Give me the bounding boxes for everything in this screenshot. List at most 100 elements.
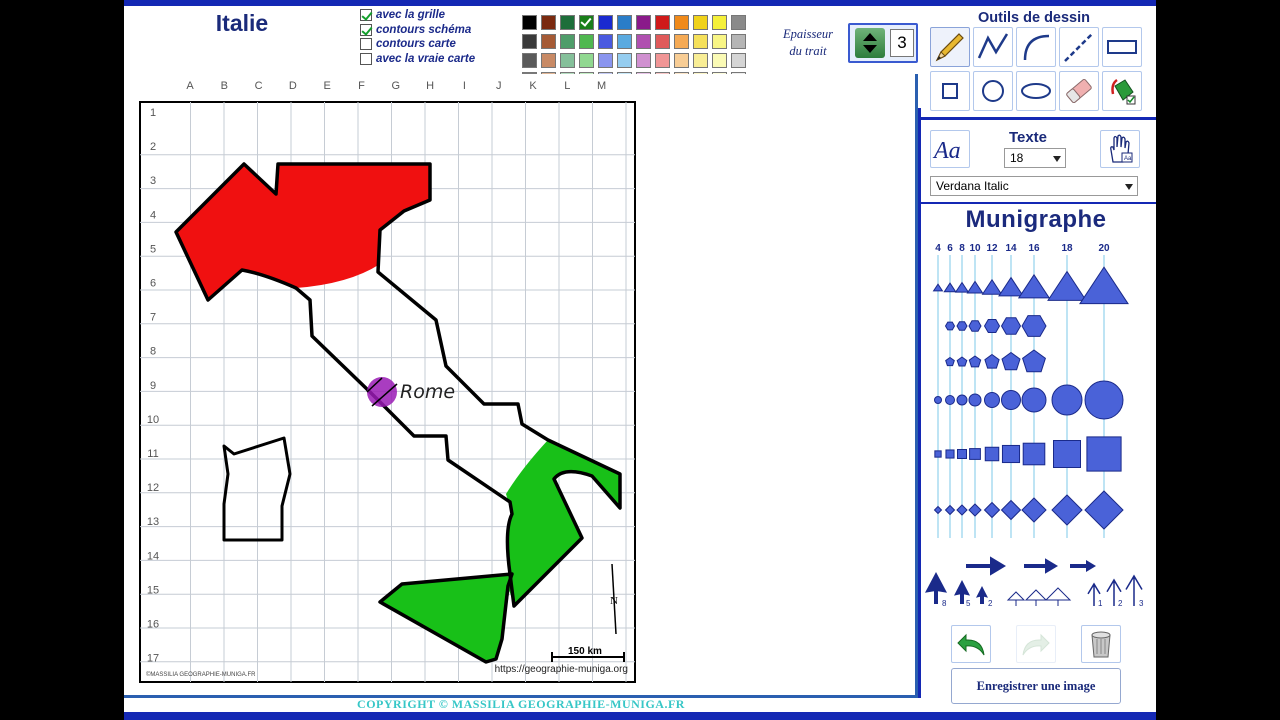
save-image-button[interactable]: Enregistrer une image <box>951 668 1121 704</box>
checkbox[interactable] <box>360 9 372 22</box>
pentagon-symbol[interactable] <box>1022 349 1046 373</box>
circle-tool-button[interactable] <box>973 71 1013 111</box>
triangle-symbol[interactable] <box>1079 266 1129 305</box>
triangle-symbol[interactable] <box>998 276 1024 297</box>
color-swatch[interactable] <box>693 53 708 68</box>
color-swatch[interactable] <box>579 34 594 49</box>
city-label-rome[interactable]: Rome <box>400 381 455 403</box>
up-arrow-filled-small-icon[interactable] <box>976 586 988 604</box>
circle-symbol[interactable] <box>1051 384 1083 416</box>
diamond-symbol[interactable] <box>1084 490 1124 530</box>
square-symbol[interactable] <box>1001 444 1021 464</box>
diamond-symbol[interactable] <box>956 504 968 516</box>
pentagon-symbol[interactable] <box>984 353 1000 369</box>
hexagon-symbol[interactable] <box>968 320 982 332</box>
pentagon-symbol[interactable] <box>1001 351 1021 371</box>
stroke-width-stepper[interactable] <box>855 28 885 58</box>
color-swatch[interactable] <box>693 34 708 49</box>
color-swatch[interactable] <box>731 15 746 30</box>
circle-symbol[interactable] <box>1084 380 1124 420</box>
color-swatch[interactable] <box>674 53 689 68</box>
color-swatch[interactable] <box>579 53 594 68</box>
increase-arrow-icon[interactable] <box>863 33 877 41</box>
right-arrow-large-icon[interactable] <box>966 556 1006 576</box>
rectangle-tool-button[interactable] <box>1102 27 1142 67</box>
color-swatch[interactable] <box>712 53 727 68</box>
square-symbol[interactable] <box>984 446 1000 462</box>
diamond-symbol[interactable] <box>968 503 982 517</box>
circle-symbol[interactable] <box>956 394 968 406</box>
color-swatch[interactable] <box>693 15 708 30</box>
diamond-symbol[interactable] <box>983 501 1001 519</box>
redo-button[interactable] <box>1016 625 1056 663</box>
color-swatch[interactable] <box>636 34 651 49</box>
square-symbol[interactable] <box>1086 436 1122 472</box>
map-drawing[interactable]: A B C D E F G H I J K L M1234567891011121314151617Ro… <box>124 74 916 696</box>
color-swatch[interactable] <box>712 15 727 30</box>
circle-symbol[interactable] <box>1001 390 1021 410</box>
color-swatch[interactable] <box>655 15 670 30</box>
color-swatch[interactable] <box>617 53 632 68</box>
option-0[interactable]: avec la grille <box>360 8 500 23</box>
color-swatch[interactable] <box>579 15 594 30</box>
square-symbol[interactable] <box>1022 442 1046 466</box>
triangle-symbol[interactable] <box>932 283 944 292</box>
decrease-arrow-icon[interactable] <box>863 45 877 53</box>
color-swatch[interactable] <box>598 53 613 68</box>
circle-symbol[interactable] <box>945 395 955 405</box>
square-symbol[interactable] <box>957 449 967 459</box>
pentagon-symbol[interactable] <box>968 355 982 368</box>
square-symbol[interactable] <box>945 449 955 459</box>
hexagon-symbol[interactable] <box>983 319 1001 333</box>
square-symbol[interactable] <box>1053 440 1081 468</box>
font-size-select[interactable]: 18 <box>1004 148 1066 168</box>
color-swatch[interactable] <box>655 34 670 49</box>
color-swatch[interactable] <box>522 34 537 49</box>
color-swatch[interactable] <box>731 53 746 68</box>
diamond-symbol[interactable] <box>1051 494 1083 526</box>
diamond-symbol[interactable] <box>944 504 956 516</box>
eraser-tool-button[interactable] <box>1059 71 1099 111</box>
color-swatch[interactable] <box>541 53 556 68</box>
up-arrow-outline-large-icon[interactable] <box>1044 587 1072 601</box>
circle-symbol[interactable] <box>984 392 1000 408</box>
up-arrow-outline-medium-icon[interactable] <box>1024 589 1048 601</box>
color-swatch[interactable] <box>674 34 689 49</box>
square-symbol[interactable] <box>934 450 942 458</box>
triangle-symbol[interactable] <box>1017 273 1051 299</box>
diamond-symbol[interactable] <box>933 505 943 515</box>
square-symbol[interactable] <box>969 448 981 460</box>
circle-symbol[interactable] <box>968 393 982 407</box>
color-swatch[interactable] <box>617 34 632 49</box>
triangle-symbol[interactable] <box>943 282 957 293</box>
triangle-symbol[interactable] <box>981 278 1003 295</box>
color-swatch[interactable] <box>636 15 651 30</box>
clear-button[interactable] <box>1081 625 1121 663</box>
checkbox[interactable] <box>360 38 372 51</box>
color-swatch[interactable] <box>731 34 746 49</box>
color-swatch[interactable] <box>617 15 632 30</box>
up-arrow-outline-small-icon[interactable] <box>1006 591 1026 601</box>
diamond-symbol[interactable] <box>1021 497 1047 523</box>
triangle-symbol[interactable] <box>954 281 970 293</box>
dashed-line-tool-button[interactable] <box>1059 27 1099 67</box>
color-swatch[interactable] <box>560 34 575 49</box>
font-family-select[interactable]: Verdana Italic <box>930 176 1138 196</box>
polyline-tool-button[interactable] <box>973 27 1013 67</box>
arc-tool-button[interactable] <box>1016 27 1056 67</box>
rome-marker[interactable] <box>367 377 397 407</box>
hexagon-symbol[interactable] <box>944 321 956 331</box>
map-canvas[interactable]: A B C D E F G H I J K L M 1 2 3 4 5 6 7 8 9 10 11 12 13 14 15 16 17 Ro… <box>124 74 918 698</box>
color-swatch[interactable] <box>674 15 689 30</box>
fill-bucket-tool-button[interactable] <box>1102 71 1142 111</box>
checkbox[interactable] <box>360 52 372 65</box>
hexagon-symbol[interactable] <box>1021 315 1047 337</box>
option-3[interactable]: avec la vraie carte <box>360 52 500 67</box>
color-swatch[interactable] <box>522 53 537 68</box>
stroke-width-value[interactable]: 3 <box>890 29 914 57</box>
color-swatch[interactable] <box>636 53 651 68</box>
right-arrow-medium-icon[interactable] <box>1024 558 1058 574</box>
circle-symbol[interactable] <box>1021 387 1047 413</box>
hexagon-symbol[interactable] <box>1000 317 1022 335</box>
color-swatch[interactable] <box>560 53 575 68</box>
